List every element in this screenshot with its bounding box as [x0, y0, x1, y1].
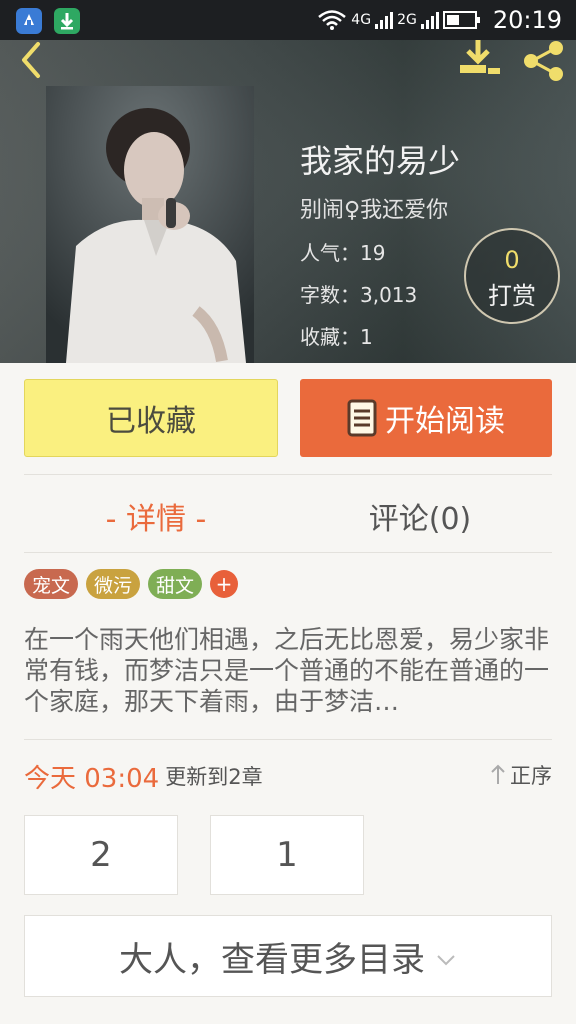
tag-item[interactable]: 微污: [86, 569, 141, 599]
share-button[interactable]: [520, 40, 566, 82]
book-title: 我家的易少: [300, 142, 461, 180]
start-reading-label: 开始阅读: [385, 404, 505, 439]
cover-photo: [46, 86, 254, 363]
reward-count: 0: [504, 246, 520, 274]
reward-label: 打赏: [488, 282, 536, 310]
book-header: 我家的易少 别闹♀我还爱你 人气：19 字数：3,013 收藏：1 0 打赏: [0, 40, 576, 363]
more-catalog-button[interactable]: 大人，查看更多目录: [24, 915, 552, 997]
tab-detail[interactable]: - 详情 -: [24, 496, 288, 537]
book-description[interactable]: 在一个雨天他们相遇，之后无比恩爱，易少家非常有钱，而梦洁只是一个普通的不能在普通…: [24, 624, 554, 717]
collected-label: 已收藏: [106, 404, 196, 439]
reward-button[interactable]: 0 打赏: [464, 228, 560, 324]
update-info: 今天 03:04 更新到2章 正序: [24, 758, 552, 794]
book-icon: [347, 399, 377, 437]
book-cover-image[interactable]: [46, 86, 254, 363]
clock: 20:19: [492, 6, 562, 34]
author-name[interactable]: 别闹♀我还爱你: [300, 192, 460, 224]
back-arrow-icon: [22, 42, 40, 78]
signal-icon: [375, 11, 394, 29]
divider: [24, 739, 552, 740]
tag-item[interactable]: 宠文: [24, 569, 79, 599]
tab-comments[interactable]: 评论(0): [288, 496, 552, 537]
book-info: 我家的易少 别闹♀我还爱你 人气：19 字数：3,013 收藏：1: [300, 136, 460, 350]
word-count-stat: 字数：3,013: [300, 283, 418, 307]
download-button[interactable]: [456, 40, 504, 80]
divider: [24, 552, 552, 553]
start-reading-button[interactable]: 开始阅读: [300, 379, 552, 457]
favorites-stat: 收藏：1: [300, 325, 373, 349]
tab-comments-label: 评论(0): [368, 502, 472, 537]
add-tag-button[interactable]: +: [210, 570, 239, 598]
signal-icon-2: [420, 11, 439, 29]
more-catalog-label: 大人，查看更多目录: [119, 939, 425, 980]
download-icon: [460, 40, 500, 74]
update-text: 更新到2章: [165, 765, 263, 789]
download-notification-icon: [54, 8, 80, 34]
collected-button[interactable]: 已收藏: [24, 379, 278, 457]
wifi-icon: [318, 10, 347, 30]
chapter-number: 2: [90, 835, 112, 875]
sort-order-label: 正序: [510, 764, 552, 788]
tag-item[interactable]: 甜文: [148, 569, 203, 599]
sort-order-button[interactable]: 正序: [490, 760, 552, 790]
app-notification-icon: [16, 8, 42, 34]
network-type-2g: 2G: [397, 12, 417, 28]
battery-icon: [442, 11, 480, 29]
chapter-number: 1: [276, 835, 298, 875]
arrow-up-icon: [491, 764, 505, 784]
share-icon: [524, 41, 563, 81]
chapter-item[interactable]: 1: [210, 815, 364, 895]
back-button[interactable]: [14, 40, 50, 80]
network-type-4g: 4G: [351, 12, 372, 28]
divider: [24, 474, 552, 475]
status-bar: 4G 2G 20:19: [0, 0, 576, 40]
chevron-down-icon: [437, 955, 455, 966]
popularity-stat: 人气：19: [300, 241, 386, 265]
chapter-item[interactable]: 2: [24, 815, 178, 895]
tag-list: 宠文 微污 甜文 +: [24, 569, 239, 599]
tab-detail-label: - 详情 -: [105, 502, 207, 537]
update-time: 今天 03:04: [24, 763, 160, 794]
